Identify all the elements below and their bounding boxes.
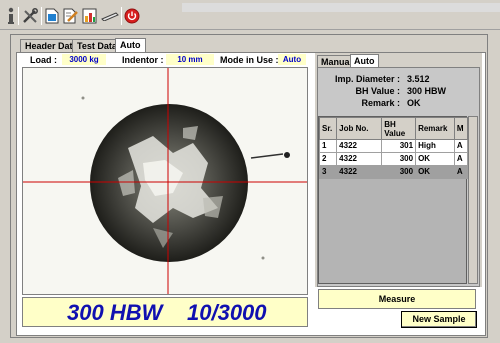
- cell-bh: 300: [381, 152, 417, 166]
- cell-remark: OK: [415, 152, 455, 166]
- bh-value: 300 HBW: [407, 86, 447, 96]
- col-sr[interactable]: Sr.: [318, 117, 338, 140]
- cell-m: A: [453, 165, 469, 179]
- cell-remark: High: [415, 139, 455, 153]
- imp-diameter-value: 3.512: [407, 74, 430, 84]
- edit-document-icon[interactable]: [63, 7, 79, 25]
- cell-sr: 1: [318, 139, 338, 153]
- cell-sr: 2: [318, 152, 338, 166]
- cell-job: 4322: [336, 165, 383, 179]
- tab-auto[interactable]: Auto: [115, 38, 146, 53]
- measure-button[interactable]: Measure: [318, 289, 476, 309]
- table-row[interactable]: 2 4322 300 OK A: [318, 152, 469, 166]
- cell-job: 4322: [336, 139, 383, 153]
- remark-value: OK: [407, 98, 421, 108]
- cell-remark: OK: [415, 165, 455, 179]
- load-value: 3000 kg: [62, 54, 106, 65]
- title-strip: [182, 3, 500, 12]
- toolbar: [0, 0, 500, 30]
- chart-icon[interactable]: [82, 7, 98, 25]
- cell-job: 4322: [336, 152, 383, 166]
- tools-icon[interactable]: [22, 7, 38, 25]
- col-m[interactable]: M: [453, 117, 469, 140]
- load-label: Load :: [30, 55, 57, 65]
- cell-sr: 3: [318, 165, 338, 179]
- col-remark[interactable]: Remark: [415, 117, 455, 140]
- indentor-value: 10 mm: [166, 54, 214, 65]
- mode-value: Auto: [278, 54, 306, 65]
- mode-label: Mode in Use :: [220, 55, 279, 65]
- imp-diameter-label: Imp. Diameter :: [334, 74, 400, 84]
- cell-m: A: [453, 139, 469, 153]
- new-sample-button[interactable]: New Sample: [401, 311, 477, 328]
- scale-result: 10/3000: [187, 300, 267, 325]
- table-header-row: Sr. Job No. BH Value Remark M: [318, 117, 469, 140]
- power-icon[interactable]: [124, 7, 140, 25]
- col-bh-value[interactable]: BH Value: [381, 117, 417, 140]
- table-row[interactable]: 1 4322 301 High A: [318, 139, 469, 153]
- table-scrollbar[interactable]: [468, 116, 478, 284]
- subtab-auto[interactable]: Auto: [350, 54, 379, 67]
- indentor-label: Indentor :: [122, 55, 164, 65]
- indentation-picture: [23, 68, 307, 294]
- document-icon[interactable]: [44, 7, 60, 25]
- results-table[interactable]: Sr. Job No. BH Value Remark M 1 4322 301…: [318, 116, 469, 284]
- table-row-selected[interactable]: 3 4322 300 OK A: [318, 165, 469, 179]
- indentation-image[interactable]: [22, 67, 308, 295]
- bh-value-label: BH Value :: [355, 86, 400, 96]
- cell-bh: 300: [381, 165, 417, 179]
- pen-icon[interactable]: [101, 7, 119, 25]
- cell-m: A: [453, 152, 469, 166]
- result-display: 300 HBW 10/3000: [22, 297, 308, 327]
- info-icon[interactable]: [3, 7, 19, 25]
- remark-label: Remark :: [361, 98, 400, 108]
- col-job-no[interactable]: Job No.: [336, 117, 383, 140]
- cell-bh: 301: [381, 139, 417, 153]
- hardness-result: 300 HBW: [67, 300, 163, 325]
